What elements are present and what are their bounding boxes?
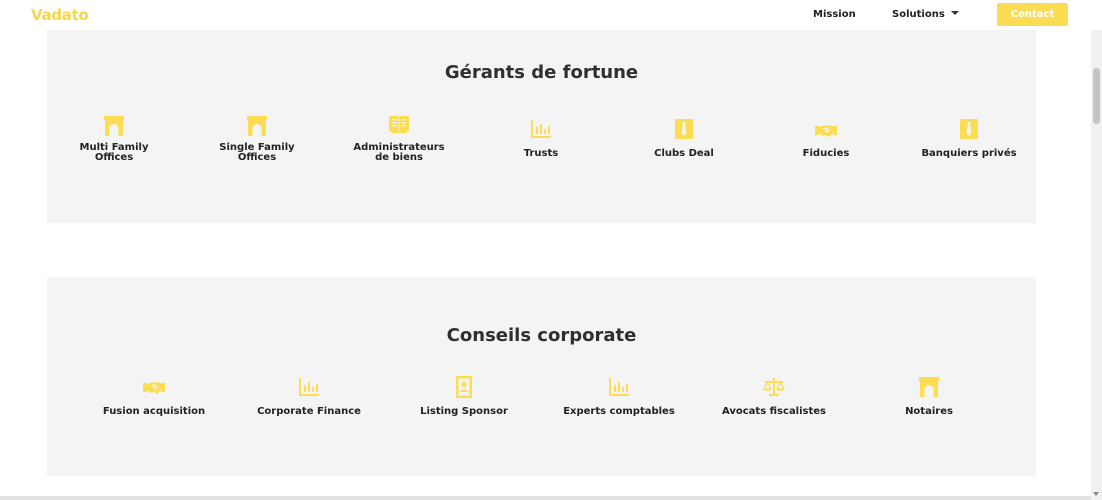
archway-icon [103, 115, 125, 137]
item-label: Clubs Deal [654, 148, 714, 159]
item-label: Fiducies [802, 148, 850, 159]
contact-button[interactable]: Contact [997, 3, 1068, 26]
item-label: Corporate Finance [257, 406, 361, 417]
horizontal-scrollbar[interactable] [0, 496, 1091, 500]
item-label: Trusts [523, 148, 559, 159]
vertical-scrollbar[interactable] [1091, 0, 1102, 500]
bar-chart-icon [298, 376, 320, 398]
section-title: Conseils corporate [446, 325, 637, 346]
nav-solutions-label: Solutions [892, 9, 945, 20]
item-label: Avocats fiscalistes [721, 406, 827, 417]
item-label: Single Family Offices [219, 142, 295, 163]
caret-down-icon [950, 11, 959, 15]
tie-card-icon [673, 118, 695, 140]
section-title: Gérants de fortune [444, 62, 639, 83]
section-conseils-corporate: Conseils corporate Fusion acquisition Co… [47, 277, 1036, 476]
site-header: Vadato Mission Solutions Contact [0, 0, 1102, 30]
item-label: Notaires [905, 406, 953, 417]
item-label: Administrateurs de biens [353, 142, 445, 163]
nav-mission[interactable]: Mission [813, 9, 856, 20]
item-label: Experts comptables [563, 406, 675, 417]
nav-solutions[interactable]: Solutions [892, 9, 959, 20]
handshake-icon [815, 119, 837, 141]
item-label: Fusion acquisition [102, 406, 206, 417]
archway-icon [246, 115, 268, 137]
archway-icon [918, 376, 940, 398]
scales-icon [763, 376, 785, 398]
id-card-icon [453, 376, 475, 398]
bar-chart-icon [608, 376, 630, 398]
item-label: Multi Family Offices [79, 142, 149, 163]
item-label: Listing Sponsor [420, 406, 508, 417]
item-label: Banquiers privés [921, 148, 1017, 159]
handshake-icon [143, 376, 165, 398]
scroll-down-arrow-icon[interactable] [1093, 492, 1099, 496]
book-icon [388, 113, 410, 135]
section-gerants-de-fortune: Gérants de fortune Multi Family Offices … [47, 30, 1036, 223]
logo[interactable]: Vadato [31, 6, 89, 24]
scroll-thumb[interactable] [1093, 68, 1100, 124]
tie-card-icon [958, 118, 980, 140]
bar-chart-icon [530, 118, 552, 140]
